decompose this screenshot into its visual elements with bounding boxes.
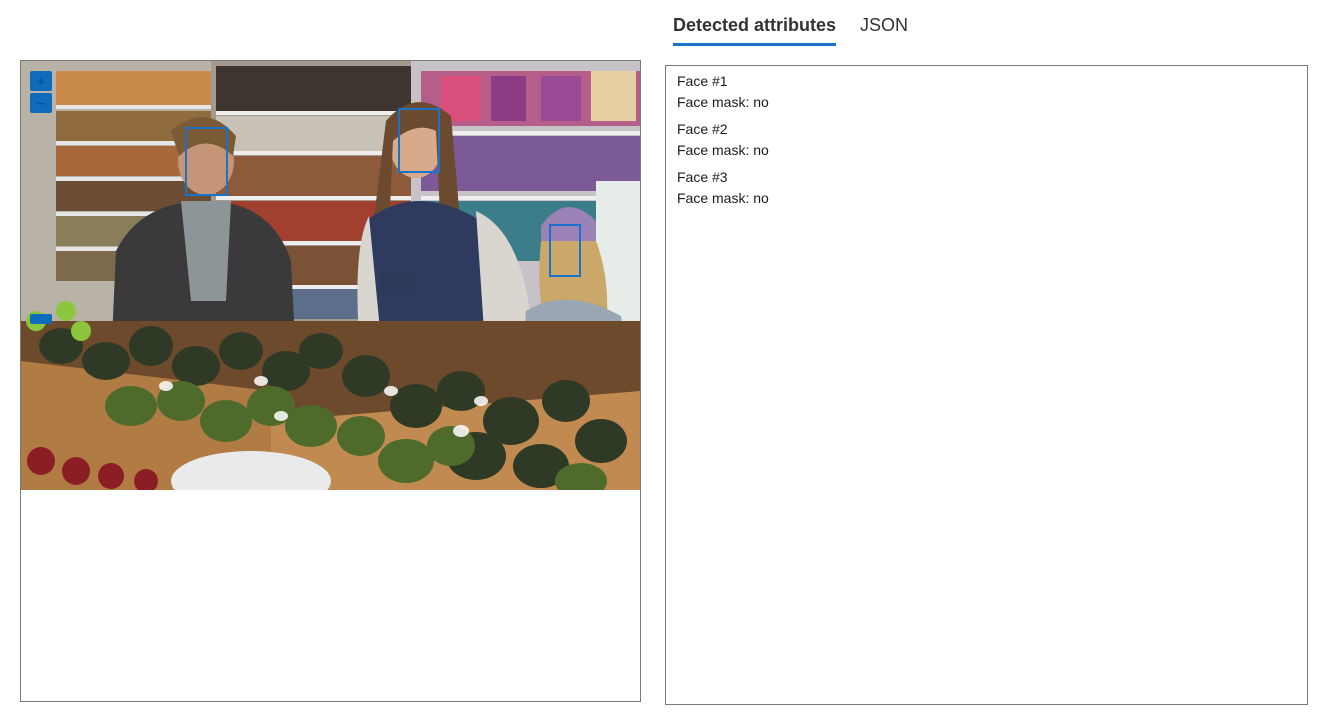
face-box-1[interactable] — [185, 127, 228, 196]
face-box-2[interactable] — [398, 108, 440, 173]
grocery-photo — [21, 61, 640, 490]
face-entry-2: Face #2 Face mask: no — [677, 119, 1296, 161]
image-viewer[interactable]: + − — [20, 60, 641, 702]
tab-json[interactable]: JSON — [860, 14, 908, 46]
minus-icon: − — [37, 95, 45, 111]
face-box-3[interactable] — [549, 224, 581, 277]
detected-attributes-panel[interactable]: Face #1 Face mask: no Face #2 Face mask:… — [665, 65, 1308, 705]
face-mask-value: Face mask: no — [677, 190, 769, 206]
zoom-out-button[interactable]: − — [30, 93, 52, 113]
plus-icon: + — [37, 73, 45, 89]
face-detection-page: + − Detected attributes JSON Face #1 Fac… — [0, 0, 1325, 726]
tab-detected-attributes[interactable]: Detected attributes — [673, 14, 837, 46]
face-entry-1: Face #1 Face mask: no — [677, 71, 1296, 113]
face-title: Face #2 — [677, 121, 728, 137]
face-entry-3: Face #3 Face mask: no — [677, 167, 1296, 209]
face-title: Face #1 — [677, 73, 728, 89]
result-tabs: Detected attributes JSON — [673, 14, 908, 46]
reset-view-button[interactable] — [30, 314, 52, 324]
zoom-in-button[interactable]: + — [30, 71, 52, 91]
face-mask-value: Face mask: no — [677, 94, 769, 110]
face-title: Face #3 — [677, 169, 728, 185]
face-mask-value: Face mask: no — [677, 142, 769, 158]
